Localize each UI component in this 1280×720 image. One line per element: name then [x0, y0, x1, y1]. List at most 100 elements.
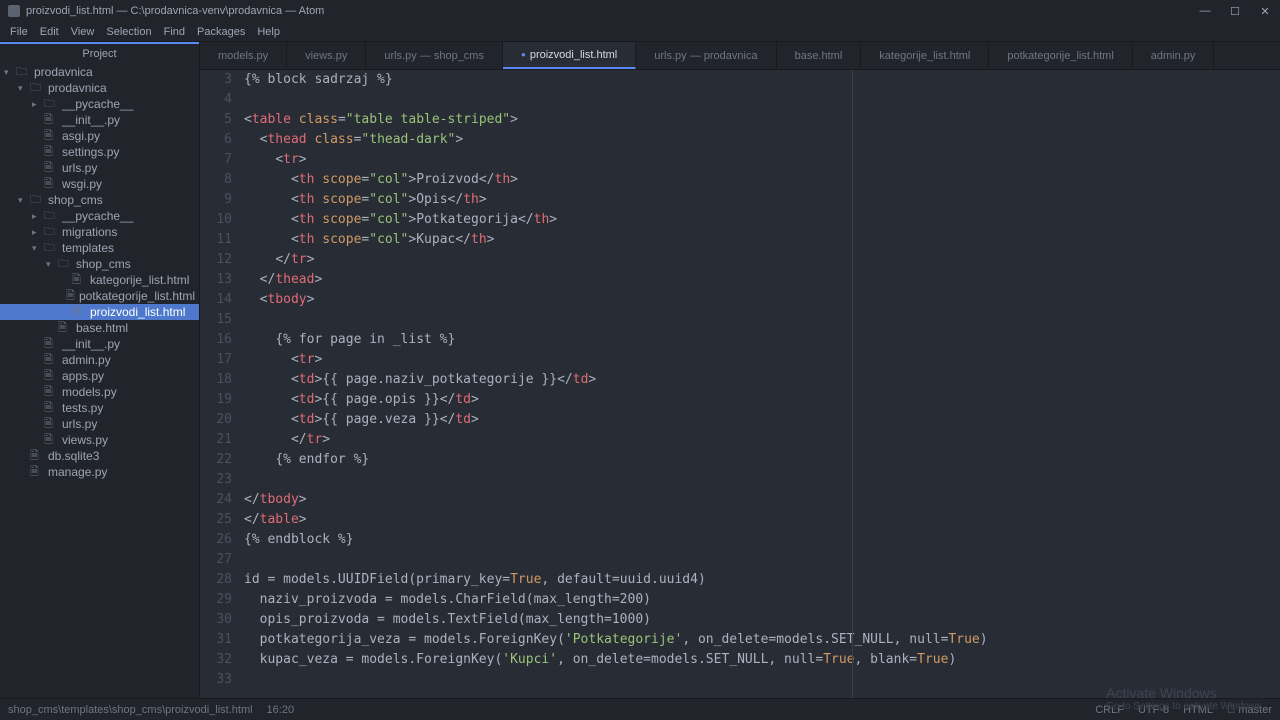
- tree-file-potkategorije-list-html[interactable]: 🗎potkategorije_list.html: [0, 288, 199, 304]
- line-number: 23: [200, 470, 232, 490]
- code-line[interactable]: kupac_veza = models.ForeignKey('Kupci', …: [244, 650, 1280, 670]
- tree-file-models-py[interactable]: 🗎models.py: [0, 384, 199, 400]
- tab-urls-py---shop-cms[interactable]: urls.py — shop_cms: [366, 42, 503, 69]
- tree-file-kategorije-list-html[interactable]: 🗎kategorije_list.html: [0, 272, 199, 288]
- status-eol[interactable]: CRLF: [1095, 704, 1124, 716]
- editor-tabs: models.pyviews.pyurls.py — shop_cmsproiz…: [200, 42, 1280, 70]
- chevron-icon: ▾: [4, 67, 14, 78]
- menu-packages[interactable]: Packages: [191, 26, 251, 38]
- code-line[interactable]: </tr>: [244, 430, 1280, 450]
- tab-kategorije-list-html[interactable]: kategorije_list.html: [861, 42, 989, 69]
- tree-file-base-html[interactable]: 🗎base.html: [0, 320, 199, 336]
- tree-folder-templates[interactable]: ▾🗀templates: [0, 240, 199, 256]
- code-lines[interactable]: {% block sadrzaj %} <table class="table t…: [244, 70, 1280, 698]
- code-line[interactable]: <th scope="col">Opis</th>: [244, 190, 1280, 210]
- code-line[interactable]: <td>{{ page.naziv_potkategorije }}</td>: [244, 370, 1280, 390]
- status-lang[interactable]: HTML: [1183, 704, 1213, 716]
- close-button[interactable]: ✕: [1258, 5, 1272, 18]
- tree-folder---pycache--[interactable]: ▸🗀__pycache__: [0, 96, 199, 112]
- code-line[interactable]: opis_proizvoda = models.TextField(max_le…: [244, 610, 1280, 630]
- status-path[interactable]: shop_cms\templates\shop_cms\proizvodi_li…: [8, 704, 253, 716]
- tree-file-admin-py[interactable]: 🗎admin.py: [0, 352, 199, 368]
- minimize-button[interactable]: —: [1198, 5, 1212, 18]
- tab-views-py[interactable]: views.py: [287, 42, 366, 69]
- maximize-button[interactable]: ☐: [1228, 5, 1242, 18]
- window-title: proizvodi_list.html — C:\prodavnica-venv…: [26, 5, 1198, 17]
- chevron-icon: ▾: [32, 243, 42, 254]
- tree-folder-migrations[interactable]: ▸🗀migrations: [0, 224, 199, 240]
- line-number: 5: [200, 110, 232, 130]
- status-cursor[interactable]: 16:20: [267, 704, 295, 716]
- wrap-guide: [852, 70, 853, 698]
- status-encoding[interactable]: UTF-8: [1138, 704, 1169, 716]
- tab-base-html[interactable]: base.html: [777, 42, 862, 69]
- code-line[interactable]: <th scope="col">Kupac</th>: [244, 230, 1280, 250]
- code-line[interactable]: [244, 550, 1280, 570]
- menu-edit[interactable]: Edit: [34, 26, 65, 38]
- code-line[interactable]: <table class="table table-striped">: [244, 110, 1280, 130]
- menu-find[interactable]: Find: [158, 26, 191, 38]
- folder-icon: 🗀: [30, 79, 44, 98]
- code-line[interactable]: <td>{{ page.veza }}</td>: [244, 410, 1280, 430]
- code-line[interactable]: <th scope="col">Proizvod</th>: [244, 170, 1280, 190]
- code-line[interactable]: naziv_proizvoda = models.CharField(max_l…: [244, 590, 1280, 610]
- menu-help[interactable]: Help: [251, 26, 286, 38]
- code-line[interactable]: {% for page in _list %}: [244, 330, 1280, 350]
- code-line[interactable]: </table>: [244, 510, 1280, 530]
- tree-file-urls-py[interactable]: 🗎urls.py: [0, 416, 199, 432]
- tree-file-settings-py[interactable]: 🗎settings.py: [0, 144, 199, 160]
- code-line[interactable]: [244, 90, 1280, 110]
- tree-file---init---py[interactable]: 🗎__init__.py: [0, 112, 199, 128]
- menu-file[interactable]: File: [4, 26, 34, 38]
- code-line[interactable]: [244, 670, 1280, 690]
- tree-folder-shop-cms[interactable]: ▾🗀shop_cms: [0, 256, 199, 272]
- line-number: 4: [200, 90, 232, 110]
- line-gutter: 3456789101112131415161718192021222324252…: [200, 70, 244, 698]
- tree-item-label: asgi.py: [62, 129, 100, 143]
- tab-proizvodi-list-html[interactable]: proizvodi_list.html: [503, 42, 636, 69]
- code-line[interactable]: </tr>: [244, 250, 1280, 270]
- tree-folder-shop-cms[interactable]: ▾🗀shop_cms: [0, 192, 199, 208]
- code-line[interactable]: <thead class="thead-dark">: [244, 130, 1280, 150]
- code-line[interactable]: [244, 310, 1280, 330]
- code-editor[interactable]: 3456789101112131415161718192021222324252…: [200, 70, 1280, 698]
- code-line[interactable]: <tr>: [244, 350, 1280, 370]
- code-line[interactable]: {% endblock %}: [244, 530, 1280, 550]
- tab-label: base.html: [795, 50, 843, 62]
- tree-folder---pycache--[interactable]: ▸🗀__pycache__: [0, 208, 199, 224]
- status-git[interactable]:  master: [1227, 704, 1272, 716]
- tree-file-tests-py[interactable]: 🗎tests.py: [0, 400, 199, 416]
- tree-folder-prodavnica[interactable]: ▾🗀prodavnica: [0, 80, 199, 96]
- project-tree[interactable]: ▾🗀prodavnica▾🗀prodavnica▸🗀__pycache__🗎__…: [0, 64, 199, 480]
- tree-file-urls-py[interactable]: 🗎urls.py: [0, 160, 199, 176]
- tab-label: admin.py: [1151, 50, 1196, 62]
- tree-item-label: apps.py: [62, 369, 104, 383]
- code-line[interactable]: <td>{{ page.opis }}</td>: [244, 390, 1280, 410]
- line-number: 24: [200, 490, 232, 510]
- tab-potkategorije-list-html[interactable]: potkategorije_list.html: [989, 42, 1132, 69]
- tree-file-proizvodi-list-html[interactable]: 🗎proizvodi_list.html: [0, 304, 199, 320]
- code-line[interactable]: </thead>: [244, 270, 1280, 290]
- chevron-icon: ▸: [32, 99, 42, 110]
- tree-file-manage-py[interactable]: 🗎manage.py: [0, 464, 199, 480]
- tree-file---init---py[interactable]: 🗎__init__.py: [0, 336, 199, 352]
- tree-file-apps-py[interactable]: 🗎apps.py: [0, 368, 199, 384]
- code-line[interactable]: <tbody>: [244, 290, 1280, 310]
- folder-icon: 🗀: [16, 63, 30, 82]
- line-number: 31: [200, 630, 232, 650]
- tab-admin-py[interactable]: admin.py: [1133, 42, 1215, 69]
- code-line[interactable]: {% block sadrzaj %}: [244, 70, 1280, 90]
- code-line[interactable]: <tr>: [244, 150, 1280, 170]
- code-line[interactable]: {% endfor %}: [244, 450, 1280, 470]
- tree-file-asgi-py[interactable]: 🗎asgi.py: [0, 128, 199, 144]
- code-line[interactable]: id = models.UUIDField(primary_key=True, …: [244, 570, 1280, 590]
- menu-view[interactable]: View: [65, 26, 101, 38]
- tree-item-label: potkategorije_list.html: [79, 289, 195, 303]
- menu-selection[interactable]: Selection: [100, 26, 157, 38]
- code-line[interactable]: <th scope="col">Potkategorija</th>: [244, 210, 1280, 230]
- code-line[interactable]: </tbody>: [244, 490, 1280, 510]
- code-line[interactable]: [244, 470, 1280, 490]
- tab-urls-py---prodavnica[interactable]: urls.py — prodavnica: [636, 42, 776, 69]
- code-line[interactable]: potkategorija_veza = models.ForeignKey('…: [244, 630, 1280, 650]
- tab-models-py[interactable]: models.py: [200, 42, 287, 69]
